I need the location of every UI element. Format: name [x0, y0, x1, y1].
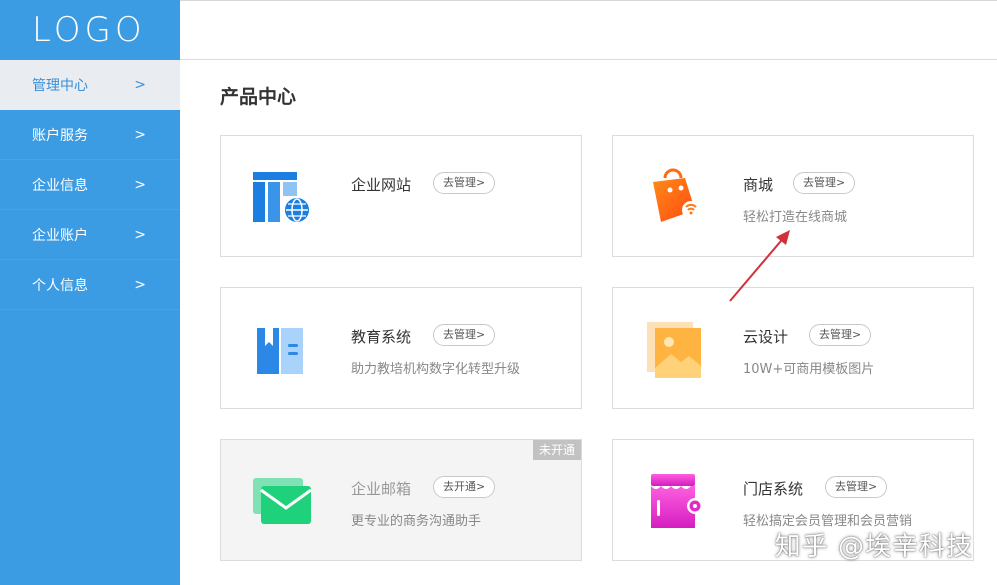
card-title: 企业邮箱: [351, 480, 412, 498]
manage-button[interactable]: 去管理>: [433, 324, 496, 346]
manage-button[interactable]: 去管理>: [809, 324, 872, 346]
manage-button[interactable]: 去管理>: [793, 172, 856, 194]
activate-button[interactable]: 去开通>: [433, 476, 496, 498]
sidebar-item-personal-info[interactable]: 个人信息 >: [0, 260, 180, 310]
status-badge: 未开通: [532, 440, 581, 460]
image-icon: [647, 322, 701, 378]
mail-icon: [253, 478, 312, 524]
chevron-right-icon: >: [134, 77, 146, 93]
sidebar: LOGO 管理中心 > 账户服务 > 企业信息 > 企业账户 > 个人信息 >: [0, 0, 180, 585]
card-title: 门店系统: [743, 480, 804, 498]
website-icon: [253, 172, 311, 224]
card-description: 更专业的商务沟通助手: [351, 514, 482, 529]
chevron-right-icon: >: [134, 126, 146, 143]
card-title: 云设计: [743, 328, 789, 346]
product-card-enterprise-mail: 企业邮箱 去开通> 更专业的商务沟通助手 未开通: [220, 439, 582, 561]
shopping-bag-icon: [653, 168, 700, 222]
sidebar-item-label: 企业信息: [32, 177, 88, 194]
chevron-right-icon: >: [134, 276, 146, 293]
sidebar-item-company-info[interactable]: 企业信息 >: [0, 160, 180, 210]
sidebar-item-label: 企业账户: [32, 227, 88, 244]
card-title: 教育系统: [351, 328, 412, 346]
sidebar-item-label: 管理中心: [32, 78, 88, 94]
manage-button[interactable]: 去管理>: [825, 476, 888, 498]
manage-button[interactable]: 去管理>: [433, 172, 496, 194]
main-content: 产品中心 企业网站 去管理> 商城 去管理> 轻松打造在线商城 教育系统 去管理…: [180, 60, 997, 585]
sidebar-item-label: 账户服务: [32, 127, 88, 144]
logo: LOGO: [32, 10, 146, 50]
sidebar-item-management-center[interactable]: 管理中心 >: [0, 60, 180, 110]
watermark: 知乎 @埃辛科技: [774, 532, 973, 562]
top-header: [180, 0, 997, 60]
product-card-website: 企业网站 去管理>: [220, 135, 582, 257]
page-title: 产品中心: [220, 86, 297, 108]
store-icon: [651, 474, 703, 528]
sidebar-item-company-account[interactable]: 企业账户 >: [0, 210, 180, 260]
sidebar-item-label: 个人信息: [32, 277, 88, 294]
sidebar-item-account-service[interactable]: 账户服务 >: [0, 110, 180, 160]
card-description: 助力教培机构数字化转型升级: [351, 362, 521, 377]
card-description: 10W+可商用模板图片: [743, 362, 875, 377]
chevron-right-icon: >: [134, 176, 146, 193]
chevron-right-icon: >: [134, 226, 146, 243]
product-card-education: 教育系统 去管理> 助力教培机构数字化转型升级: [220, 287, 582, 409]
card-description: 轻松打造在线商城: [743, 210, 848, 225]
annotation-arrow-icon: [729, 230, 790, 302]
book-icon: [257, 328, 303, 374]
card-title: 商城: [743, 176, 774, 194]
card-title: 企业网站: [351, 176, 412, 194]
